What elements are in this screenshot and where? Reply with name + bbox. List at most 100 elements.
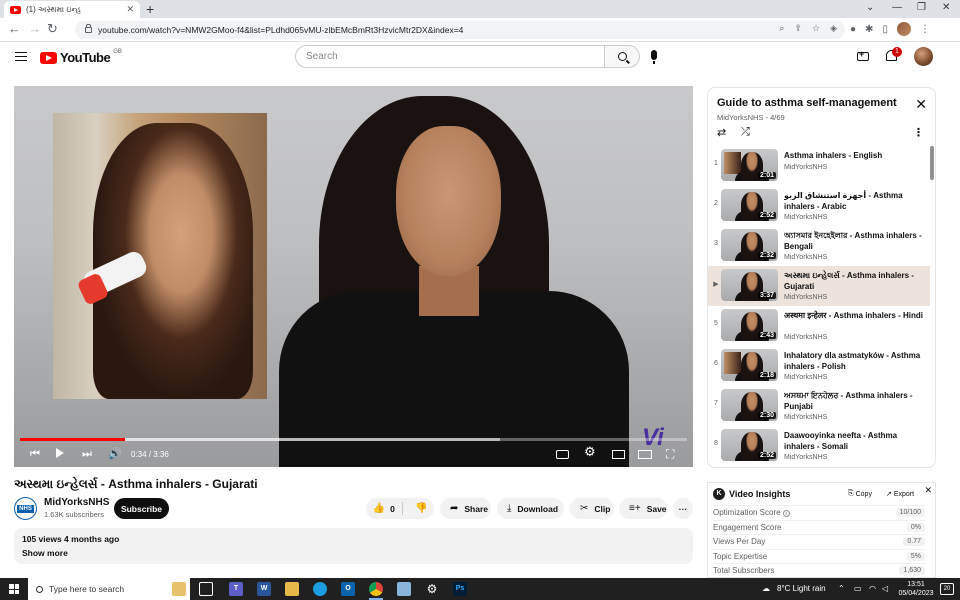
playlist-item-thumbnail[interactable]: 2:52	[721, 189, 778, 221]
description-box[interactable]: 105 views 4 months ago Show more	[14, 528, 693, 564]
insights-copy-button[interactable]: ⎘ Copy	[848, 487, 872, 501]
insights-export-button[interactable]: ↗ Export	[886, 487, 914, 501]
playlist-menu-icon[interactable]: ⋮	[913, 126, 924, 139]
address-bar[interactable]: youtube.com/watch?v=NMW2GMoo-f4&list=PLd…	[75, 21, 845, 39]
create-video-icon[interactable]	[857, 49, 869, 61]
settings-icon[interactable]: ⚙	[425, 582, 439, 596]
tab-close-icon[interactable]: ✕	[126, 4, 134, 15]
playlist-title[interactable]: Guide to asthma self-management	[717, 97, 897, 109]
extension-icon[interactable]: ◈	[830, 23, 837, 34]
network-icon[interactable]: ▭	[854, 584, 862, 593]
file-explorer-icon[interactable]	[285, 582, 299, 596]
playlist-item-thumbnail[interactable]: 2:52	[721, 429, 778, 461]
playlist-item-title[interactable]: أجهزة استنشاق الربو - Asthma inhalers - …	[784, 190, 924, 212]
playlist-item-thumbnail[interactable]: 2:32	[721, 229, 778, 261]
playlist-item-title[interactable]: Daawooyinka neefta - Asthma inhalers - S…	[784, 430, 924, 452]
show-more-link[interactable]: Show more	[22, 548, 685, 558]
playlist-item[interactable]: 5 2:43 अस्थमा इन्हेलर - Asthma inhalers - …	[708, 306, 930, 346]
search-highlight-icon[interactable]	[172, 582, 186, 596]
microphone-icon[interactable]	[651, 50, 657, 64]
photoshop-icon[interactable]: Ps	[453, 582, 467, 596]
browser-menu-icon[interactable]: ⋮	[920, 24, 930, 35]
notes-app-icon[interactable]	[397, 582, 411, 596]
playlist-item-thumbnail[interactable]: 3:37	[721, 269, 778, 301]
youtube-logo[interactable]: YouTube GB	[40, 49, 122, 65]
tray-chevron-icon[interactable]: ⌃	[838, 584, 845, 593]
teams-icon[interactable]: T	[229, 582, 243, 596]
next-video-icon[interactable]: ⏭	[82, 448, 92, 460]
dislike-button[interactable]: 👎	[409, 503, 435, 514]
volume-icon[interactable]: 🔊	[108, 448, 122, 460]
playlist-item[interactable]: ▶ 3:37 અસ્થમા ઇન્હેલર્સ - Asthma inhalers …	[708, 266, 930, 306]
share-button[interactable]: ➦ Share	[440, 498, 491, 519]
miniplayer-icon[interactable]	[612, 450, 625, 459]
shuffle-icon[interactable]: ⤮	[741, 126, 750, 139]
play-icon[interactable]	[56, 448, 64, 458]
weather-text[interactable]: 8°C Light rain	[777, 584, 826, 593]
search-button[interactable]	[604, 45, 640, 68]
playlist-item[interactable]: 8 2:52 Daawooyinka neefta - Asthma inhaler…	[708, 426, 930, 466]
weather-cloud-icon[interactable]: ☁	[762, 584, 770, 593]
playlist-item-thumbnail[interactable]: 2:30	[721, 389, 778, 421]
progress-bar[interactable]	[20, 438, 687, 441]
more-actions-button[interactable]: ···	[673, 498, 693, 519]
like-button[interactable]: 👍 0	[366, 502, 403, 515]
channel-avatar[interactable]: NHS	[14, 497, 37, 520]
previous-video-icon[interactable]: ⏮	[30, 448, 40, 460]
side-panel-icon[interactable]: ▯	[882, 24, 888, 35]
browser-profile-avatar[interactable]	[896, 22, 911, 36]
back-icon[interactable]: ←	[8, 22, 21, 36]
search-input[interactable]: Search	[295, 45, 605, 68]
loop-icon[interactable]: ⇄	[717, 126, 726, 139]
subscribe-button[interactable]: Subscribe	[114, 498, 169, 519]
playlist-item[interactable]: 6 2:18 Inhalatory dla astmatyków - Asthma …	[708, 346, 930, 386]
playlist-item[interactable]: 7 2:30 ਅਸਥਮਾ ਇਨਹੇਲਰ - Asthma inhalers - Pu…	[708, 386, 930, 426]
playlist-item[interactable]: 1 2:01 Asthma inhalers - English MidYorksNH…	[708, 146, 930, 186]
windows-start-icon[interactable]	[9, 584, 19, 594]
minimize-icon[interactable]: —	[892, 2, 902, 13]
subtitles-icon[interactable]	[556, 450, 569, 459]
playlist-item-title[interactable]: Inhalatory dla astmatyków - Asthma inhal…	[784, 350, 924, 372]
tab-search-icon[interactable]: ⌄	[866, 2, 874, 13]
volume-tray-icon[interactable]: ◁	[882, 584, 888, 593]
theater-mode-icon[interactable]	[638, 450, 652, 459]
playlist-scrollbar[interactable]	[930, 146, 934, 180]
extension-k-icon[interactable]: ●	[850, 24, 856, 35]
clip-button[interactable]: ✂ Clip	[570, 498, 614, 519]
forward-icon[interactable]: →	[28, 22, 41, 36]
extensions-puzzle-icon[interactable]: ✱	[865, 24, 873, 35]
playlist-item[interactable]: 3 2:32 অ্যাসমার ইনহেইলার - Asthma inhalers…	[708, 226, 930, 266]
account-avatar[interactable]	[914, 47, 933, 66]
task-view-icon[interactable]	[199, 582, 213, 596]
playlist-item-title[interactable]: ਅਸਥਮਾ ਇਨਹੇਲਰ - Asthma inhalers - Punjabi	[784, 390, 924, 412]
insights-close-icon[interactable]: ✕	[924, 485, 932, 496]
reload-icon[interactable]: ↻	[47, 22, 58, 36]
guide-menu-icon[interactable]	[15, 52, 27, 61]
playlist-item-thumbnail[interactable]: 2:01	[721, 149, 778, 181]
download-button[interactable]: ⤓ Download	[497, 498, 564, 519]
edge-icon[interactable]	[313, 582, 327, 596]
channel-name[interactable]: MidYorksNHS	[44, 497, 109, 508]
playlist-item-title[interactable]: অ্যাসমার ইনহেইলার - Asthma inhalers - Be…	[784, 230, 924, 252]
share-page-icon[interactable]: ⇪	[794, 23, 802, 34]
info-icon[interactable]: i	[782, 510, 790, 517]
playlist-item[interactable]: 2 2:52 أجهزة استنشاق الربو - Asthma inhale…	[708, 186, 930, 226]
save-button[interactable]: ≡+ Save	[619, 498, 667, 519]
bookmark-star-icon[interactable]: ☆	[812, 23, 820, 34]
chrome-icon[interactable]	[369, 582, 383, 596]
settings-gear-icon[interactable]: ⚙	[584, 445, 596, 458]
outlook-icon[interactable]: O	[341, 582, 355, 596]
new-tab-icon[interactable]: +	[146, 2, 154, 16]
close-playlist-icon[interactable]: ✕	[915, 96, 927, 113]
word-icon[interactable]: W	[257, 582, 271, 596]
playlist-item-thumbnail[interactable]: 2:43	[721, 309, 778, 341]
zoom-icon[interactable]: ⌕	[779, 23, 784, 34]
notification-center-icon[interactable]: 20	[940, 583, 954, 595]
browser-tab[interactable]: (1) અસ્થમા ઇન્હ ✕	[4, 1, 140, 18]
fullscreen-icon[interactable]: ⛶	[666, 448, 674, 460]
window-close-icon[interactable]: ✕	[942, 2, 950, 13]
restore-icon[interactable]: ❐	[917, 2, 926, 13]
wifi-icon[interactable]: ◠	[869, 584, 876, 593]
taskbar-search-input[interactable]: Type here to search	[28, 578, 190, 600]
taskbar-clock[interactable]: 13:51 05/04/2023	[896, 580, 936, 598]
